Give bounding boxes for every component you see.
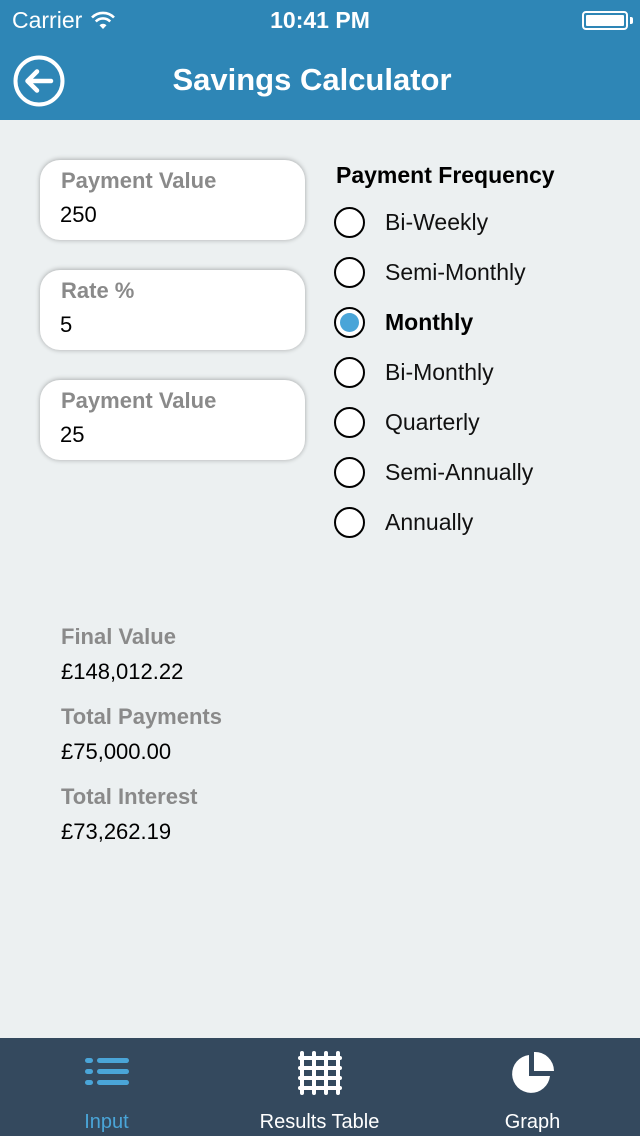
pie-chart-icon	[511, 1051, 554, 1093]
radio-monthly[interactable]: Monthly	[334, 304, 614, 340]
radio-label: Bi-Weekly	[385, 208, 489, 235]
field-label: Payment Value	[61, 168, 217, 193]
nav-bar: Savings Calculator	[0, 40, 640, 120]
tab-bar: Input Results Table Graph	[0, 1038, 640, 1136]
total-payments-label: Total Payments	[61, 704, 222, 729]
battery-tip	[630, 17, 633, 24]
radio-circle[interactable]	[334, 256, 365, 288]
battery-icon	[582, 11, 628, 30]
tab-label: Results Table	[259, 1111, 380, 1133]
radio-circle-selected[interactable]	[334, 306, 365, 338]
radio-annually[interactable]: Annually	[334, 504, 614, 540]
radio-label: Semi-Annually	[385, 458, 534, 485]
radio-circle[interactable]	[334, 506, 365, 538]
radio-label: Annually	[385, 508, 474, 535]
total-interest-value: £73,262.19	[61, 819, 172, 844]
payment-value-field[interactable]: Payment Value	[40, 160, 305, 240]
payment-value-input[interactable]	[60, 200, 290, 230]
header: Carrier 10:41 PM Savings Calculator	[0, 0, 640, 120]
field-label: Rate %	[61, 278, 135, 303]
rate-input[interactable]	[60, 310, 290, 340]
status-bar: Carrier 10:41 PM	[0, 0, 640, 40]
radio-circle[interactable]	[334, 206, 365, 238]
radio-semi-monthly[interactable]: Semi-Monthly	[334, 254, 614, 290]
total-payments-value: £75,000.00	[61, 739, 172, 764]
tab-results-table[interactable]: Results Table	[213, 1038, 426, 1136]
clock: 10:41 PM	[270, 7, 370, 33]
radio-label: Semi-Monthly	[385, 258, 526, 285]
total-interest-label: Total Interest	[61, 784, 198, 809]
radio-circle[interactable]	[334, 356, 365, 388]
rate-field[interactable]: Rate %	[40, 270, 305, 350]
radio-circle[interactable]	[334, 456, 365, 488]
tab-label: Input	[84, 1111, 129, 1133]
radio-bi-weekly[interactable]: Bi-Weekly	[334, 204, 614, 240]
radio-circle[interactable]	[334, 406, 365, 438]
page-title: Savings Calculator	[172, 62, 452, 97]
field-label: Payment Value	[61, 388, 217, 413]
radio-semi-annually[interactable]: Semi-Annually	[334, 454, 614, 490]
final-value: £148,012.22	[61, 659, 184, 684]
radio-label: Bi-Monthly	[385, 358, 494, 385]
final-value-label: Final Value	[61, 624, 176, 649]
radio-label: Monthly	[385, 308, 474, 335]
tab-label: Graph	[504, 1111, 561, 1133]
payment-frequency-title: Payment Frequency	[336, 162, 555, 188]
radio-bi-monthly[interactable]: Bi-Monthly	[334, 354, 614, 390]
tab-input[interactable]: Input	[0, 1038, 213, 1136]
radio-quarterly[interactable]: Quarterly	[334, 404, 614, 440]
radio-label: Quarterly	[385, 408, 480, 435]
list-icon	[84, 1058, 129, 1085]
tab-graph[interactable]: Graph	[426, 1038, 639, 1136]
payment-value-2-field[interactable]: Payment Value	[40, 380, 305, 460]
payment-value-2-input[interactable]	[60, 420, 290, 450]
grid-icon	[297, 1051, 342, 1095]
